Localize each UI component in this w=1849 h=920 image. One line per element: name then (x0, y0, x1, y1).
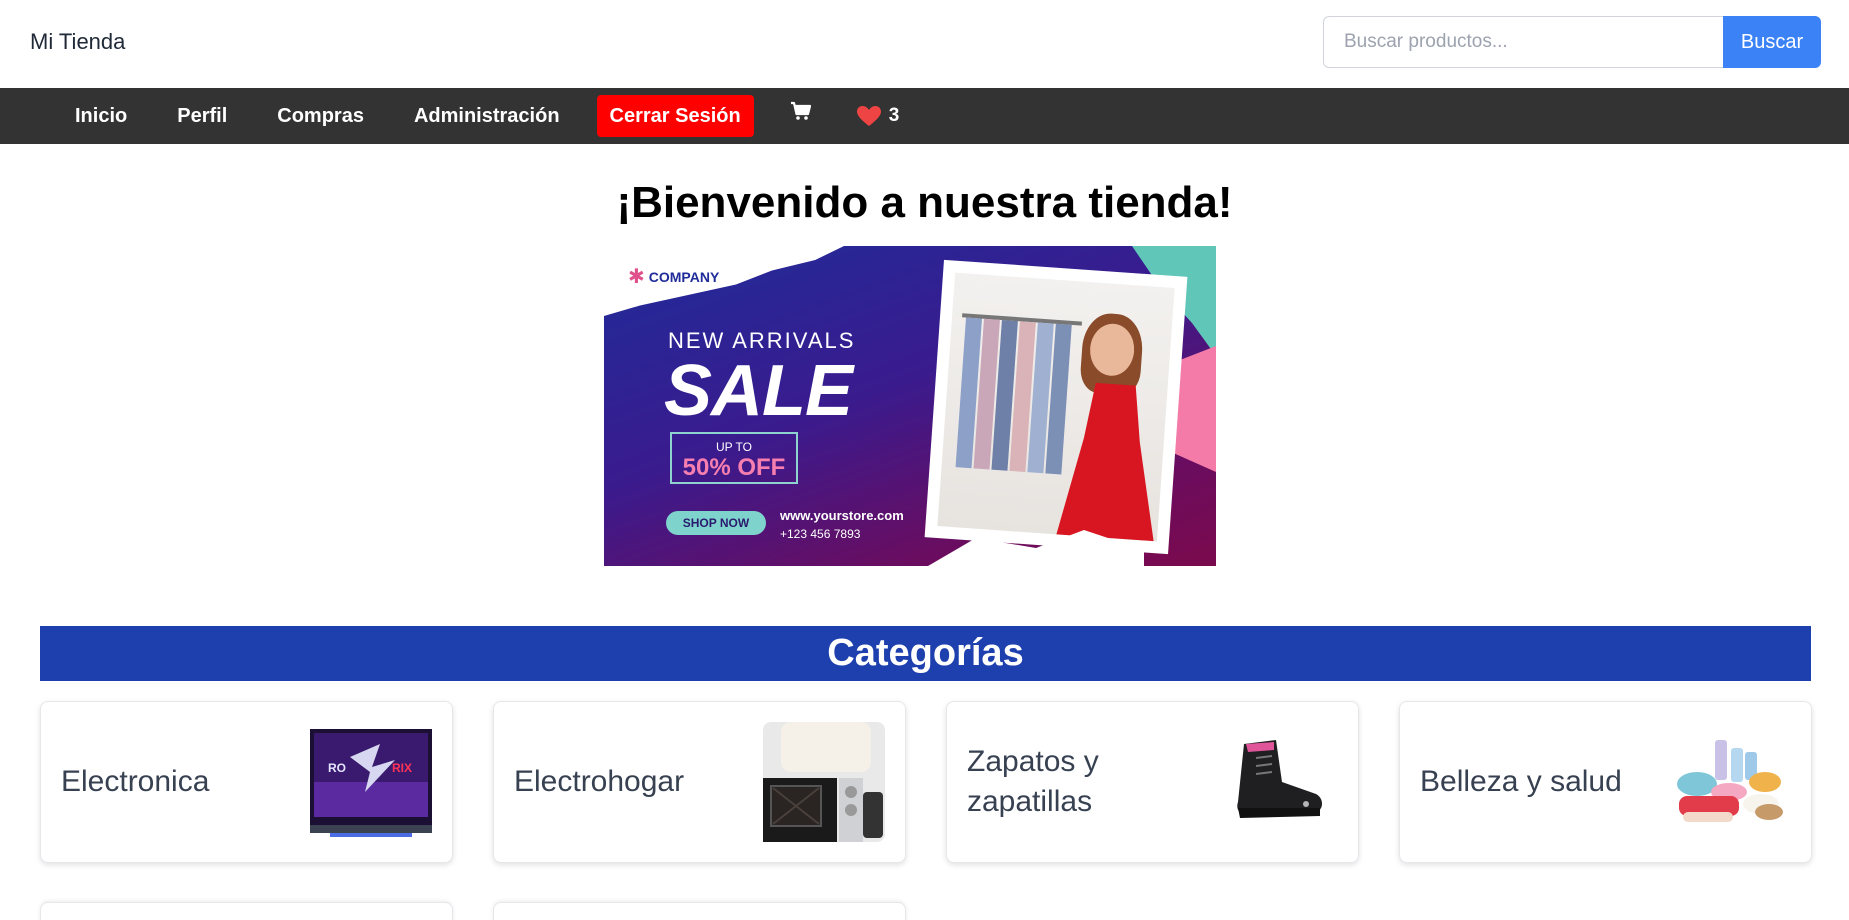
nav-item-administracion[interactable]: Administración (389, 105, 585, 128)
logout-button[interactable]: Cerrar Sesión (596, 95, 754, 137)
favorites-count: 3 (888, 105, 900, 126)
banner-phone: +123 456 7893 (780, 527, 861, 541)
category-card-electrohogar[interactable]: Electrohogar (493, 701, 906, 863)
search-form: Buscar (1323, 16, 1821, 68)
category-label: Belleza y salud (1420, 765, 1622, 798)
category-card-partial[interactable] (493, 902, 906, 920)
banner-discount: 50% OFF (682, 454, 786, 481)
boot-image (1237, 740, 1322, 818)
category-label: Zapatos y zapatillas (967, 745, 1099, 818)
top-header: Mi Tienda Buscar (0, 0, 1849, 88)
banner-sale: SALE (664, 351, 853, 431)
promo-banner[interactable]: ✱ COMPANY NEW ARRIVALS SALE UP TO 50% OF… (604, 246, 1216, 566)
banner-company: ✱ COMPANY (628, 264, 719, 289)
svg-text:RO: RO (328, 761, 346, 775)
banner-discount-box: UP TO 50% OFF (670, 432, 798, 484)
categories-heading: Categorías (40, 626, 1811, 681)
category-card-belleza[interactable]: Belleza y salud (1399, 701, 1812, 863)
category-card-electronica[interactable]: Electronica RO RIX (40, 701, 453, 863)
heart-icon (856, 106, 881, 126)
appliances-image (763, 722, 885, 842)
welcome-heading: ¡Bienvenido a nuestra tienda! (616, 178, 1233, 227)
company-logo-icon: ✱ (628, 266, 645, 288)
nav-item-inicio[interactable]: Inicio (50, 105, 152, 128)
banner-website: www.yourstore.com (780, 508, 904, 523)
category-card-zapatos[interactable]: Zapatos y zapatillas (946, 701, 1359, 863)
banner-shop-now: SHOP NOW (666, 511, 766, 535)
laptop-image: RO RIX (310, 729, 432, 837)
category-label: Electrohogar (514, 765, 685, 798)
banner-up-to: UP TO (715, 440, 753, 454)
category-card-partial[interactable] (40, 902, 453, 920)
cosmetics-image (1677, 740, 1783, 822)
brand-title[interactable]: Mi Tienda (30, 29, 125, 55)
search-button[interactable]: Buscar (1723, 16, 1821, 68)
banner-photo-scene (937, 272, 1175, 542)
nav-item-perfil[interactable]: Perfil (152, 105, 252, 128)
cart-icon (790, 101, 811, 120)
favorites-link[interactable]: 3 (856, 105, 900, 127)
search-input[interactable] (1323, 16, 1723, 68)
banner-photo (924, 259, 1188, 555)
category-label: Electronica (61, 765, 210, 798)
main-nav: Inicio Perfil Compras Administración Cer… (0, 88, 1849, 144)
model-red-dress (1055, 381, 1166, 542)
svg-text:RIX: RIX (392, 761, 412, 775)
banner-company-label: COMPANY (648, 268, 720, 285)
nav-item-compras[interactable]: Compras (252, 105, 389, 128)
cart-link[interactable] (790, 101, 812, 121)
